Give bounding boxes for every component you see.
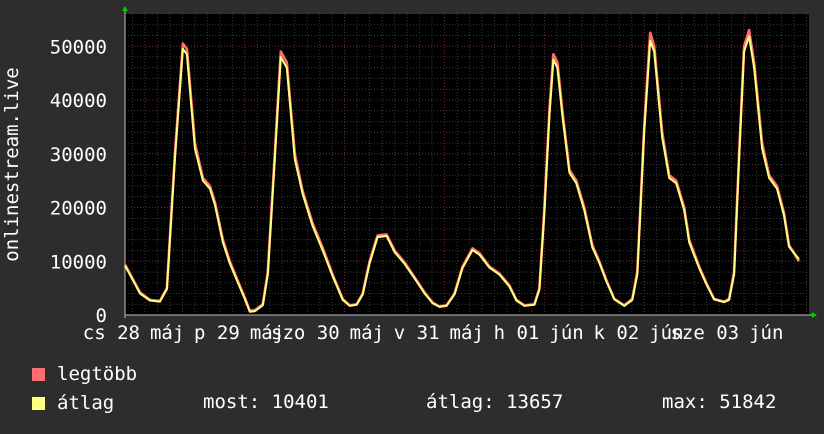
x-tick-label: szo 30 (271, 322, 340, 344)
x-tick-label: jún (549, 322, 583, 344)
legend-item-atlag: átlag (32, 391, 114, 415)
legend-swatch-legtobb (32, 367, 45, 381)
legend-label-legtobb: legtöbb (57, 363, 138, 385)
stat-atlag: átlag: 13657 (426, 391, 564, 413)
y-tick-label: 40000 (50, 90, 107, 112)
stat-most: most: 10401 (203, 391, 329, 413)
stat-max: max: 51842 (662, 391, 777, 413)
x-tick-label: sze 03 (670, 322, 739, 344)
legend-item-legtobb: legtöbb (32, 362, 137, 386)
x-tick-label: h 01 (494, 322, 540, 344)
x-tick-label: v 31 (394, 322, 440, 344)
y-tick-label: 50000 (50, 36, 107, 58)
x-tick-label: jún (749, 322, 783, 344)
x-tick-label: máj (450, 322, 484, 344)
x-tick-label: máj (150, 322, 184, 344)
x-tick-label: máj (350, 322, 384, 344)
x-tick-label: cs 28 (83, 322, 140, 344)
y-tick-label: 30000 (50, 144, 107, 166)
x-axis-arrow (812, 312, 817, 318)
y-axis-label: onlinestream.live (1, 67, 23, 261)
y-tick-label: 10000 (50, 251, 107, 273)
x-tick-label: p 29 (194, 322, 240, 344)
chart: 0 10000 20000 30000 40000 50000 onlinestream.l… (0, 0, 824, 430)
y-tick-label: 20000 (50, 198, 107, 220)
legend-label-atlag: átlag (57, 392, 115, 414)
x-tick-label: k 02 (593, 322, 639, 344)
y-axis-arrow (122, 6, 128, 11)
legend-swatch-atlag (32, 396, 45, 410)
